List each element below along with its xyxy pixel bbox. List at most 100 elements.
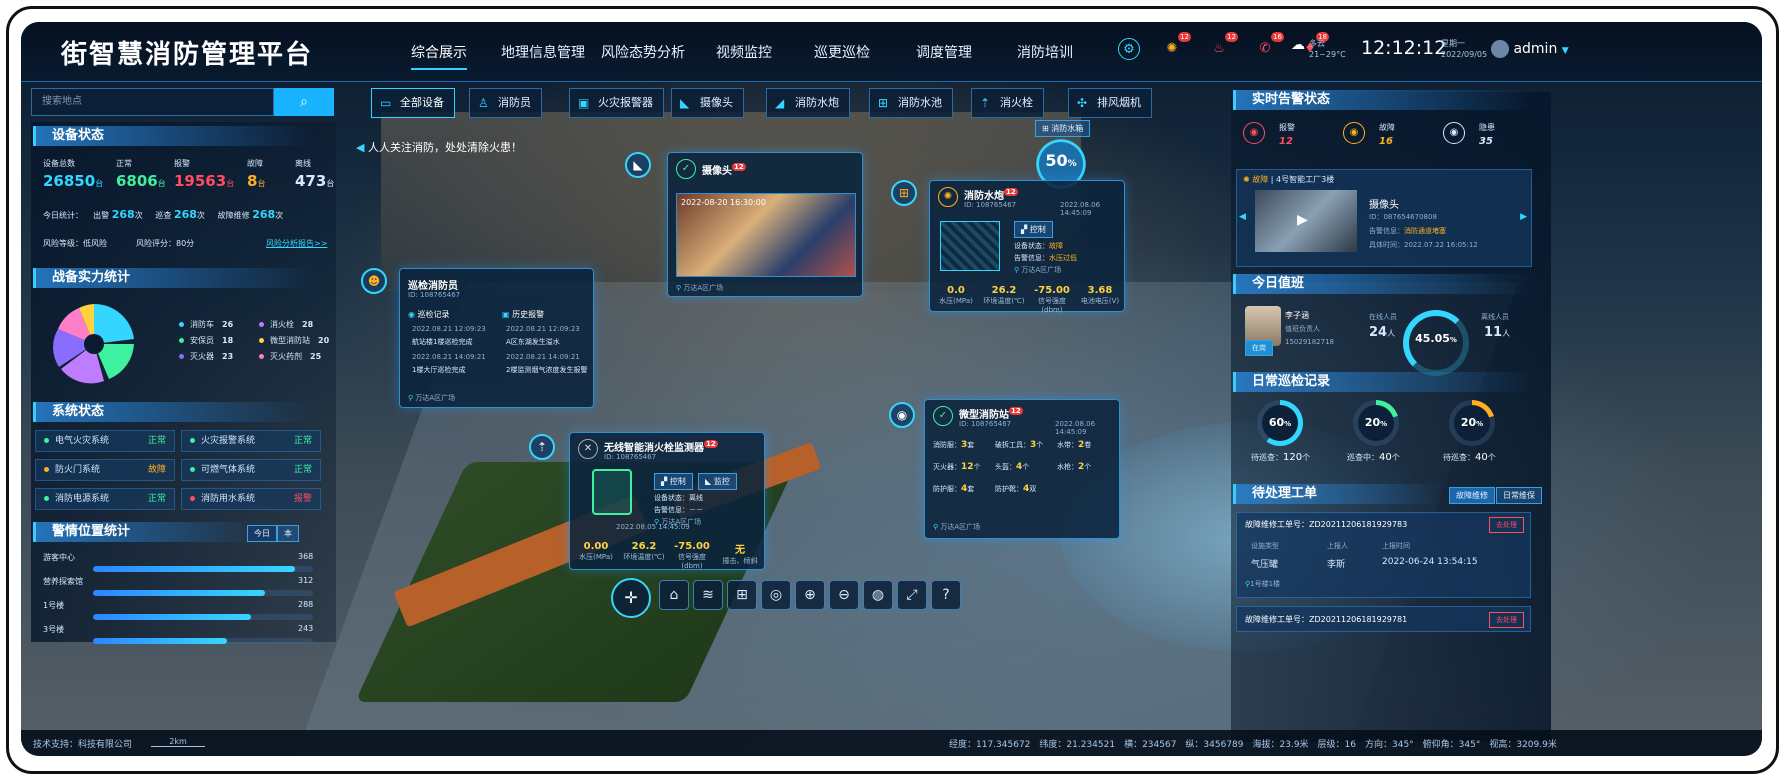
firefighter-marker[interactable]: ☻ [361,268,387,294]
cannon-control-button[interactable]: ▞ 控制 [1014,221,1053,238]
home-icon[interactable]: ⌂ [659,580,689,610]
avatar [1491,40,1509,58]
filter-today[interactable]: 今日 [247,525,277,542]
layers-icon[interactable]: ≋ [693,580,723,610]
gear-icon[interactable]: ⚙ [1118,38,1140,60]
patrol-percent-unit: % [1476,420,1484,428]
duty-gauge: 45.05% [1403,310,1469,376]
filter-hydrant[interactable]: ⇡ 消火栓 [971,88,1044,118]
location-bar [93,638,227,644]
ticket-handle-button[interactable]: 去处理 [1489,612,1524,628]
filter-firefighters[interactable]: ♙ 消防员 [469,88,542,118]
tab-daily-maintenance[interactable]: 日常维保 [1496,487,1542,504]
tab-geo[interactable]: 地理信息管理 [501,42,585,62]
search-input[interactable]: 搜索地点 [31,88,274,116]
tab-video[interactable]: 视频监控 [716,42,772,62]
station-item: 灭火器：12个 [933,462,981,472]
ticket-handle-button[interactable]: 去处理 [1489,517,1524,533]
fullscreen-icon[interactable]: ⤢ [897,580,927,610]
map-scale: 2km [151,737,205,747]
clock: 12:12:12 [1361,37,1447,59]
zoom-out-icon[interactable]: ⊖ [829,580,859,610]
alert-flower-icon[interactable]: ✺ 12 [1161,32,1191,60]
system-row[interactable]: 火灾报警系统 正常 [181,430,321,452]
camera-icon: ◣ [680,96,690,110]
filter-all-devices[interactable]: ▭ 全部设备 [371,88,455,118]
user-menu[interactable]: admin ▼ [1491,40,1569,58]
alarm-count-icon: ◉ [1443,122,1465,144]
station-id: ID: 108765467 [959,420,1012,428]
hydrant-marker[interactable]: ⇡ [529,434,555,460]
station-marker[interactable]: ◉ [889,402,915,428]
ticket-card[interactable]: 故障维修工单号：ZD20211206181929781 去处理 [1236,606,1531,632]
alarm-event-card[interactable]: ✺ 故障 | 4号智能工厂3楼 ▶ 摄像头 ID：087654670808 告警… [1236,169,1532,267]
stat-offline: 473台 [295,172,335,190]
rose-center [84,334,104,354]
water-tank-percent: 50% [1045,151,1077,170]
location-bar [93,566,296,572]
grid-icon: ⊞ [898,186,910,200]
tab-dispatch[interactable]: 调度管理 [916,42,972,62]
grid-marker[interactable]: ⊞ [891,180,917,206]
close-icon[interactable]: ✕ [578,439,598,459]
camera-icon: ◣ [633,158,643,172]
tab-training[interactable]: 消防培训 [1017,42,1073,62]
station-item-label: 灭火器： [933,463,961,471]
location-label: 1号楼 [43,601,65,610]
tab-patrol[interactable]: 巡更巡检 [814,42,870,62]
camera-feed[interactable]: 2022-08-20 16:30:00 [676,193,856,277]
filter-exhaust-fan[interactable]: ✣ 排风烟机 [1068,88,1152,118]
camera-popup-title: 摄像头 12 [702,163,746,177]
camera-timestamp: 2022-08-20 16:30:00 [681,198,766,207]
risk-report-link[interactable]: 风险分析报告>> [266,238,327,249]
camera-marker[interactable]: ◣ [625,152,651,178]
station-item-value: 12 [961,462,974,472]
ticket-card[interactable]: 故障维修工单号：ZD20211206181929783 去处理 设施类型 上报人… [1236,512,1531,598]
system-row[interactable]: 防火门系统 故障 [35,459,175,481]
filter-period[interactable]: 本 [277,525,299,542]
filter-camera[interactable]: ◣ 摄像头 [671,88,744,118]
system-row[interactable]: 消防用水系统 报警 [181,488,321,510]
offline-count: 11人 [1484,325,1511,340]
filter-water-pool[interactable]: ⊞ 消防水池 [869,88,953,118]
ticket-type: 气压罐 [1251,560,1279,570]
alarm-bell-icon[interactable]: ♨ 12 [1208,32,1238,60]
station-item: 水带：2卷 [1057,440,1091,450]
station-item-label: 破拆工具： [995,441,1030,449]
event-camera-feed[interactable]: ▶ [1255,190,1357,252]
hydrant-monitor-button[interactable]: ◣ 监控 [698,473,737,490]
system-row[interactable]: 电气火灾系统 正常 [35,430,175,452]
patrol-percent-unit: % [1284,420,1292,428]
grid-icon: ⊞ [878,96,889,110]
tab-risk[interactable]: 风险态势分析 [601,42,685,62]
compass-icon[interactable]: ✛ [611,578,651,618]
grid-icon[interactable]: ⊞ [727,580,757,610]
filter-water-cannon[interactable]: ◢ 消防水炮 [766,88,850,118]
patrol-ring-center: 60% [1262,405,1298,441]
tab-overview[interactable]: 综合展示 [411,42,467,70]
help-icon[interactable]: ? [931,580,961,610]
hydrant-control-button[interactable]: ▞ 控制 [654,473,693,490]
readiness-item: 灭火器 23 [179,351,233,362]
tab-fault-repair[interactable]: 故障维修 [1449,487,1495,504]
tickets-title: 待处理工单 [1233,484,1443,504]
status-dot [44,496,49,501]
filter-fire-alarm[interactable]: ▣ 火灾报警器 [569,88,664,118]
chevron-left-icon[interactable]: ◀ [1239,212,1246,222]
system-row[interactable]: 可燃气体系统 正常 [181,459,321,481]
system-row[interactable]: 消防电源系统 正常 [35,488,175,510]
patrol-ring-center: 20% [1454,405,1490,441]
metric-value: 26.2 [631,541,657,552]
station-item: 头盔：4个 [995,462,1029,472]
play-icon[interactable]: ▶ [1297,212,1308,228]
patrol-label-text: 待巡查： [1251,453,1283,462]
zoom-in-icon[interactable]: ⊕ [795,580,825,610]
station-date: 2022.08.06 14:45:09 [1055,420,1096,436]
stat-alarm-label: 报警 [174,159,190,168]
globe-icon[interactable]: ◍ [863,580,893,610]
chevron-right-icon[interactable]: ▶ [1520,212,1527,222]
search-button[interactable]: ⌕ [274,88,334,116]
system-label: 消防用水系统 [201,494,256,504]
megaphone-icon[interactable]: ✆ 16 [1254,32,1284,60]
map-icon[interactable]: ◎ [761,580,791,610]
